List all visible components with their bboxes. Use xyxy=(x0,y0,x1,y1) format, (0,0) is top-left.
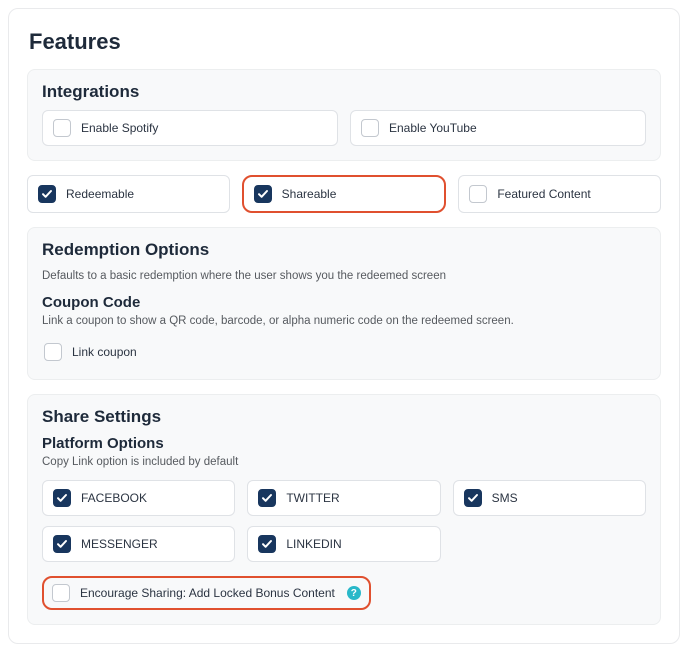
platform-twitter-checkbox[interactable] xyxy=(258,489,276,507)
platform-messenger-option[interactable]: MESSENGER xyxy=(42,526,235,562)
featured-content-option[interactable]: Featured Content xyxy=(458,175,661,213)
platform-twitter-option[interactable]: TWITTER xyxy=(247,480,440,516)
share-settings-title: Share Settings xyxy=(42,407,646,427)
platform-messenger-label: MESSENGER xyxy=(81,537,158,551)
enable-spotify-label: Enable Spotify xyxy=(81,121,158,135)
redeemable-checkbox[interactable] xyxy=(38,185,56,203)
platform-facebook-label: FACEBOOK xyxy=(81,491,147,505)
enable-youtube-checkbox[interactable] xyxy=(361,119,379,137)
shareable-checkbox[interactable] xyxy=(254,185,272,203)
features-card: Features Integrations Enable Spotify Ena… xyxy=(8,8,680,644)
enable-youtube-label: Enable YouTube xyxy=(389,121,477,135)
page-title: Features xyxy=(29,29,661,55)
platform-facebook-option[interactable]: FACEBOOK xyxy=(42,480,235,516)
link-coupon-option[interactable]: Link coupon xyxy=(42,339,646,365)
platform-twitter-label: TWITTER xyxy=(286,491,339,505)
platform-linkedin-label: LINKEDIN xyxy=(286,537,341,551)
platform-options-helper: Copy Link option is included by default xyxy=(42,454,646,470)
encourage-sharing-label: Encourage Sharing: Add Locked Bonus Cont… xyxy=(80,586,335,600)
redeemable-label: Redeemable xyxy=(66,187,134,201)
redemption-helper: Defaults to a basic redemption where the… xyxy=(42,268,646,284)
platform-sms-checkbox[interactable] xyxy=(464,489,482,507)
featured-content-label: Featured Content xyxy=(497,187,590,201)
link-coupon-label: Link coupon xyxy=(72,345,137,359)
shareable-label: Shareable xyxy=(282,187,337,201)
enable-youtube-option[interactable]: Enable YouTube xyxy=(350,110,646,146)
link-coupon-checkbox[interactable] xyxy=(44,343,62,361)
share-settings-card: Share Settings Platform Options Copy Lin… xyxy=(27,394,661,625)
coupon-code-title: Coupon Code xyxy=(42,294,646,311)
shareable-option[interactable]: Shareable xyxy=(242,175,447,213)
spacer xyxy=(453,526,646,562)
encourage-sharing-checkbox[interactable] xyxy=(52,584,70,602)
feature-toggles-row: Redeemable Shareable Featured Content xyxy=(27,175,661,213)
integrations-title: Integrations xyxy=(42,82,646,102)
platform-sms-label: SMS xyxy=(492,491,518,505)
redemption-title: Redemption Options xyxy=(42,240,646,260)
integrations-card: Integrations Enable Spotify Enable YouTu… xyxy=(27,69,661,161)
redeemable-option[interactable]: Redeemable xyxy=(27,175,230,213)
platform-options-title: Platform Options xyxy=(42,435,646,452)
redemption-card: Redemption Options Defaults to a basic r… xyxy=(27,227,661,380)
enable-spotify-option[interactable]: Enable Spotify xyxy=(42,110,338,146)
encourage-sharing-option[interactable]: Encourage Sharing: Add Locked Bonus Cont… xyxy=(42,576,371,610)
platform-messenger-checkbox[interactable] xyxy=(53,535,71,553)
enable-spotify-checkbox[interactable] xyxy=(53,119,71,137)
platform-linkedin-option[interactable]: LINKEDIN xyxy=(247,526,440,562)
platform-facebook-checkbox[interactable] xyxy=(53,489,71,507)
platform-sms-option[interactable]: SMS xyxy=(453,480,646,516)
featured-content-checkbox[interactable] xyxy=(469,185,487,203)
help-icon[interactable]: ? xyxy=(347,586,361,600)
coupon-code-helper: Link a coupon to show a QR code, barcode… xyxy=(42,313,646,329)
platform-linkedin-checkbox[interactable] xyxy=(258,535,276,553)
